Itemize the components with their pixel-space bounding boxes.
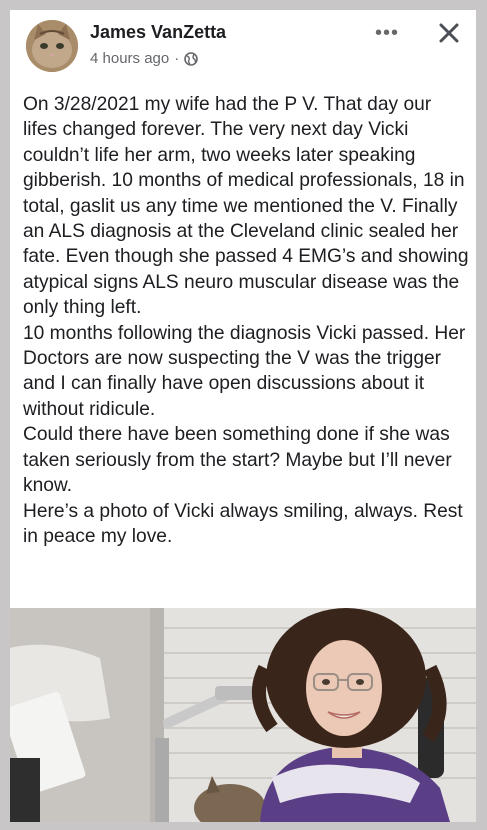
post-paragraph: Could there have been something done if … xyxy=(23,424,452,497)
post-header: James VanZetta 4 hours ago · ••• xyxy=(10,10,476,82)
cat-avatar-image xyxy=(26,20,78,72)
close-icon[interactable] xyxy=(434,18,464,48)
more-horizontal-icon[interactable]: ••• xyxy=(372,22,402,44)
post-photo[interactable] xyxy=(10,608,476,822)
post-body: On 3/28/2021 my wife had the P V. That d… xyxy=(23,92,469,549)
meta-separator: · xyxy=(174,50,180,67)
post-paragraph: 10 months following the diagnosis Vicki … xyxy=(23,322,466,420)
post-card: James VanZetta 4 hours ago · ••• On 3/28… xyxy=(10,10,476,822)
globe-icon xyxy=(184,51,199,66)
author-name[interactable]: James VanZetta xyxy=(90,22,226,43)
post-paragraph: Here’s a photo of Vicki always smiling, … xyxy=(23,500,463,547)
photo-of-woman-smiling xyxy=(10,608,476,822)
author-avatar[interactable] xyxy=(26,20,78,72)
post-paragraph: On 3/28/2021 my wife had the P V. That d… xyxy=(23,94,469,319)
post-timestamp[interactable]: 4 hours ago xyxy=(90,50,169,67)
post-meta: 4 hours ago · xyxy=(90,50,199,67)
